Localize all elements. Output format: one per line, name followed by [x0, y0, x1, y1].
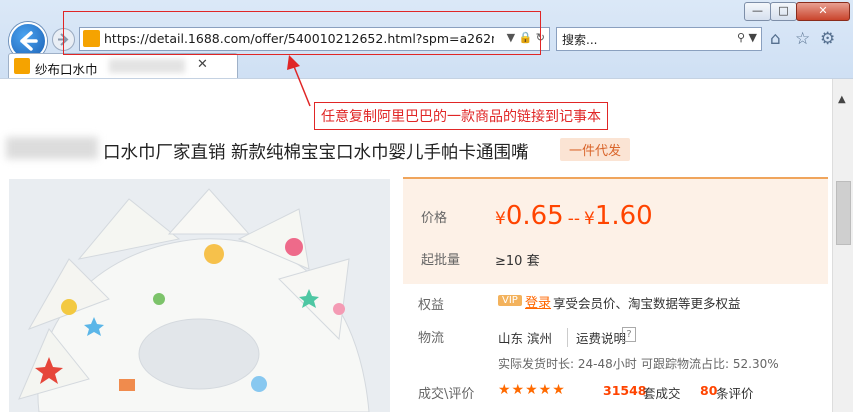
product-title: 口水巾厂家直销 新款纯棉宝宝口水巾婴儿手帕卡通围嘴	[103, 143, 529, 163]
moq-label: 起批量	[421, 253, 461, 268]
deals-unit: 套成交	[643, 386, 681, 401]
annotation-highlight-box	[63, 11, 541, 55]
search-box[interactable]: 搜索... ⚲ ▼	[556, 27, 762, 51]
scroll-up-arrow-icon[interactable]: ▲	[838, 94, 846, 105]
search-dropdown-icon[interactable]: ▼	[749, 31, 757, 44]
review-count[interactable]: 80	[700, 383, 717, 398]
ship-time: 实际发货时长: 24-48小时	[498, 357, 637, 371]
review-unit: 条评价	[716, 386, 754, 401]
shipping-fee-link[interactable]: 运费说明	[567, 328, 626, 347]
search-input[interactable]: 搜索...	[562, 31, 597, 48]
vip-badge: VIP	[498, 295, 522, 306]
shipping-location: 山东 滨州	[498, 331, 552, 346]
price-range: ¥0.65 -- ¥1.60	[495, 201, 653, 231]
scrollbar-thumb[interactable]	[836, 181, 851, 245]
moq-value: ≥10 套	[495, 254, 540, 269]
rights-text: 享受会员价、淘宝数据等更多权益	[553, 296, 741, 311]
currency-symbol: ¥	[584, 209, 595, 229]
annotation-label: 任意复制阿里巴巴的一款商品的链接到记事本	[314, 102, 608, 130]
currency-symbol: ¥	[495, 209, 506, 229]
price-panel: 价格 ¥0.65 -- ¥1.60 起批量 ≥10 套	[403, 177, 828, 284]
close-window-button[interactable]: ✕	[796, 2, 850, 21]
rights-label: 权益	[418, 298, 445, 313]
tracking-rate: 可跟踪物流占比: 52.30%	[641, 357, 779, 371]
redacted-blur	[6, 137, 98, 159]
rating-stars: ★★★★★	[498, 382, 566, 398]
deals-reviews-label: 成交\评价	[418, 387, 475, 402]
price-label: 价格	[421, 211, 448, 226]
favorites-star-icon[interactable]: ☆	[795, 29, 810, 49]
settings-gear-icon[interactable]: ⚙	[820, 29, 835, 49]
product-image[interactable]	[9, 179, 390, 412]
price-high: 1.60	[594, 201, 653, 231]
search-icons[interactable]: ⚲ ▼	[737, 31, 757, 44]
minimize-button[interactable]: —	[744, 2, 771, 21]
dropship-badge[interactable]: 一件代发	[560, 138, 631, 161]
redacted-blur	[109, 59, 185, 73]
home-icon[interactable]: ⌂	[770, 29, 781, 49]
tab-favicon-icon	[14, 58, 30, 74]
vertical-scrollbar[interactable]: ▲	[832, 79, 853, 412]
search-icon[interactable]: ⚲	[737, 31, 745, 44]
login-link[interactable]: 登录	[525, 292, 551, 311]
browser-tab[interactable]: 纱布口水巾 ✕	[8, 53, 238, 79]
help-icon[interactable]: ?	[622, 327, 636, 342]
price-separator: --	[567, 209, 580, 229]
logistics-label: 物流	[418, 331, 445, 346]
tab-close-icon[interactable]: ✕	[197, 57, 208, 72]
bibs-photo	[9, 179, 390, 412]
tab-title: 纱布口水巾	[35, 62, 98, 77]
deals-count[interactable]: 31548	[603, 383, 647, 398]
maximize-button[interactable]: □	[770, 2, 797, 21]
price-low: 0.65	[505, 201, 564, 231]
